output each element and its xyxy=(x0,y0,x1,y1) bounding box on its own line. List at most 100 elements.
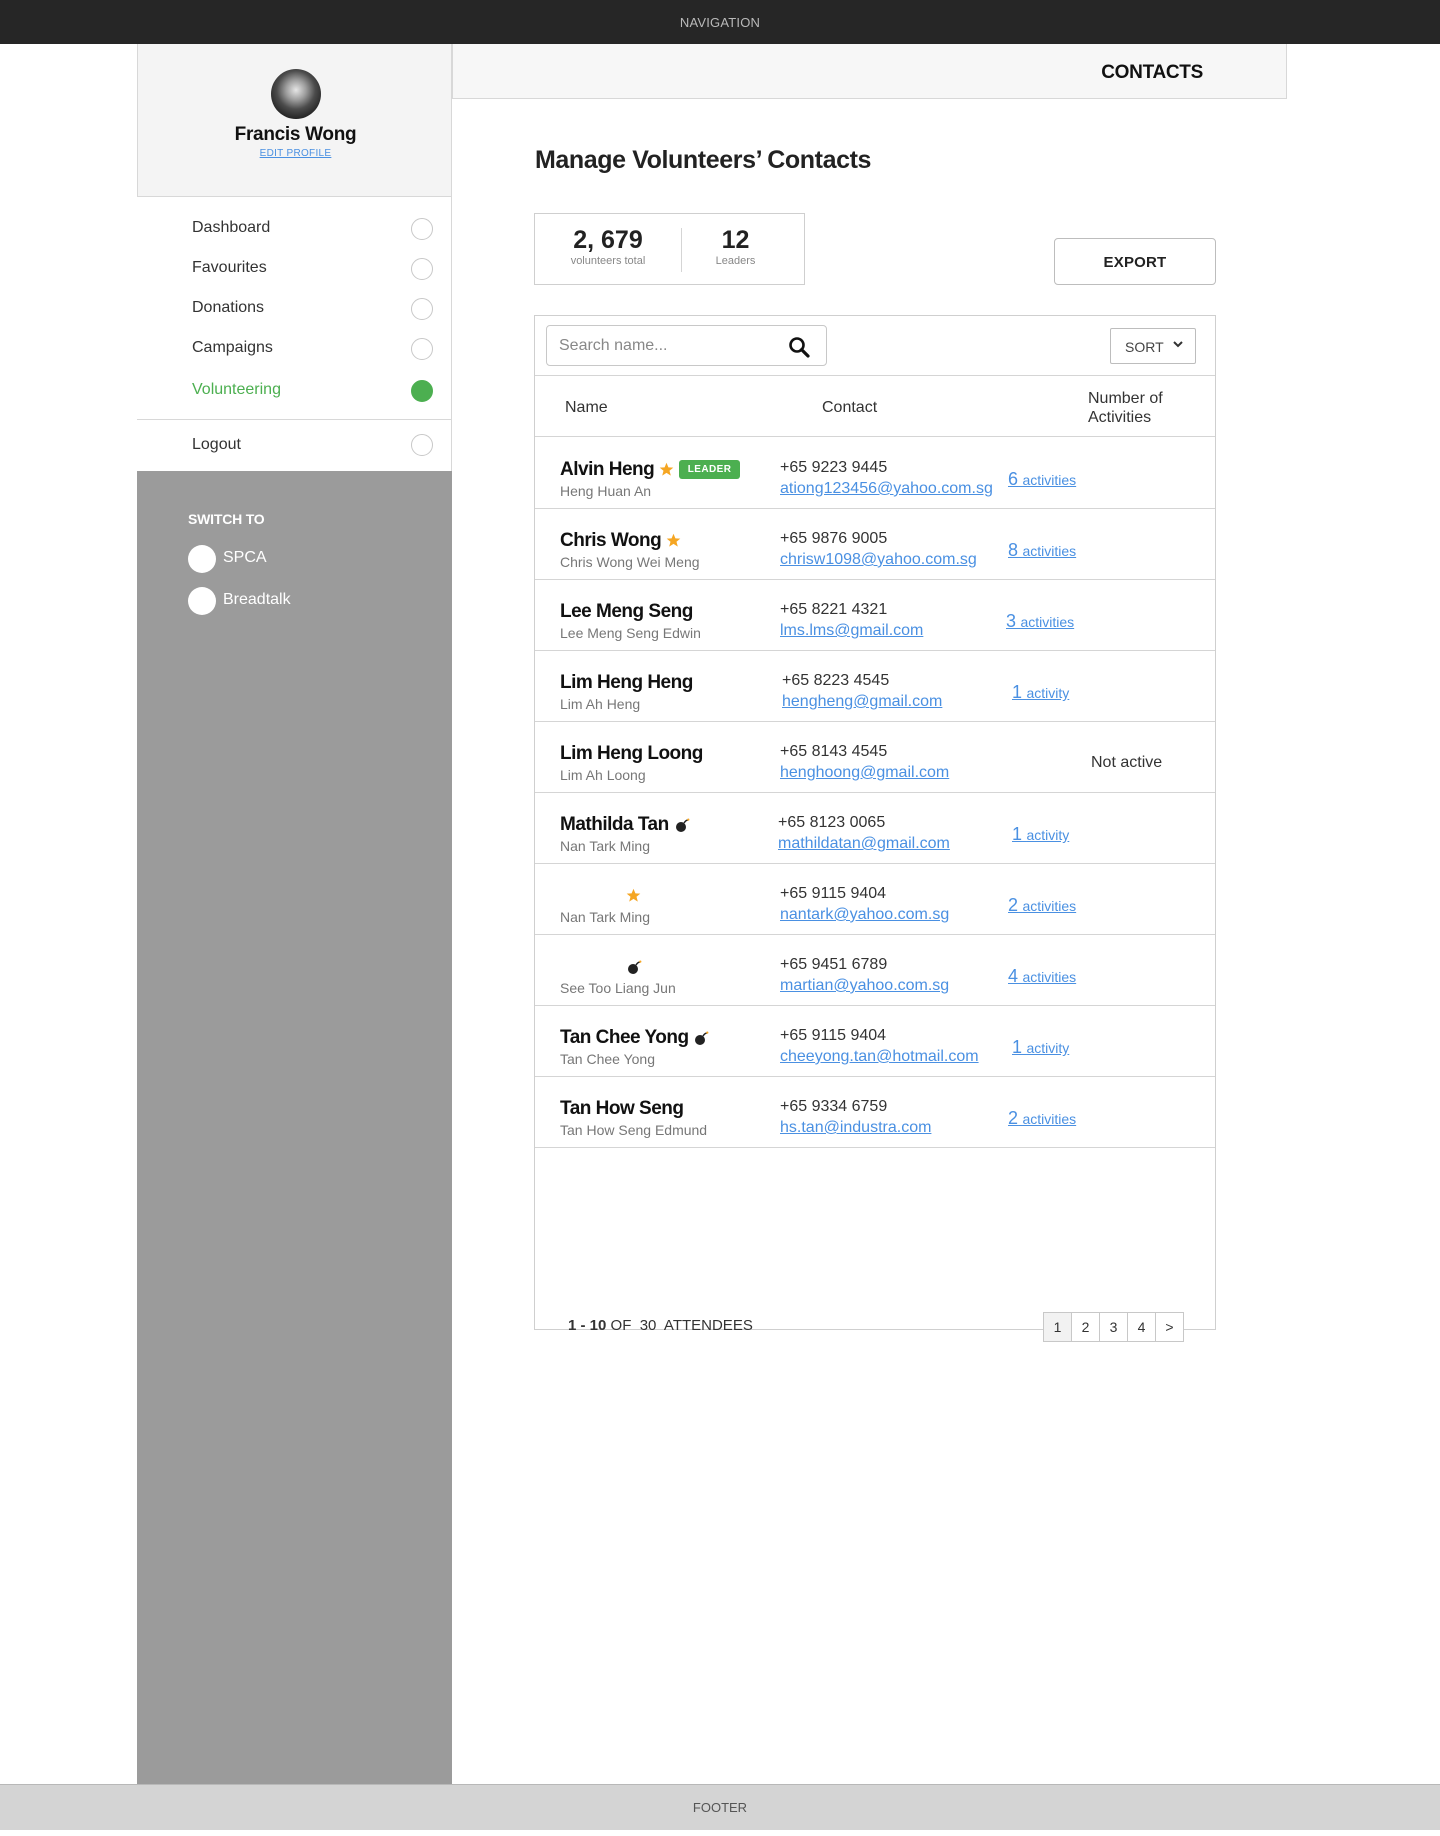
contact-email-link[interactable]: chrisw1098@yahoo.com.sg xyxy=(780,551,977,569)
table-row: See Too Liang Jun +65 9451 6789 martian@ya… xyxy=(535,935,1215,1006)
contact-email-link[interactable]: cheeyong.tan@hotmail.com xyxy=(780,1048,979,1066)
pagination-next-button[interactable]: > xyxy=(1155,1312,1184,1342)
contact-email-link[interactable]: nantark@yahoo.com.sg xyxy=(780,906,949,924)
sort-label: SORT xyxy=(1125,339,1164,355)
status-circle-icon xyxy=(411,298,433,320)
export-button[interactable]: EXPORT xyxy=(1054,238,1216,285)
star-icon xyxy=(666,534,681,548)
activities-link[interactable]: 4 activities xyxy=(1008,966,1076,987)
activities-link[interactable]: 3 activities xyxy=(1006,611,1074,632)
footer: FOOTER xyxy=(0,1784,1440,1830)
column-header-contact[interactable]: Contact xyxy=(822,399,877,417)
contact-email-link[interactable]: hengheng@gmail.com xyxy=(782,693,942,711)
stat-caption: Leaders xyxy=(715,255,756,267)
activities-link[interactable]: 2 activities xyxy=(1008,895,1076,916)
status-circle-icon xyxy=(411,434,433,456)
activities-link[interactable]: 1 activity xyxy=(1012,1037,1069,1058)
table-header: Name Contact Number of Activities xyxy=(535,376,1215,437)
activities-count: 6 xyxy=(1008,469,1019,489)
switch-to-heading: SWITCH TO xyxy=(188,511,265,527)
activities-link[interactable]: 1 activity xyxy=(1012,682,1069,703)
contact-email-link[interactable]: lms.lms@gmail.com xyxy=(780,622,923,640)
contact-phone: +65 8123 0065 xyxy=(778,814,886,831)
table-row: Tan Chee Yong Tan Chee Yong +65 9115 9404… xyxy=(535,1006,1215,1077)
volunteer-name: Lim Heng Loong xyxy=(560,743,703,765)
stat-value: 12 xyxy=(721,226,750,254)
volunteer-full-name: Lee Meng Seng Edwin xyxy=(560,625,701,641)
chevron-down-icon xyxy=(1173,341,1183,348)
bomb-icon xyxy=(628,960,642,974)
activities-word: activities xyxy=(1022,472,1077,488)
contact-email-link[interactable]: ationg123456@yahoo.com.sg xyxy=(780,480,993,498)
profile-name: Francis Wong xyxy=(234,124,357,145)
sidebar-item-donations[interactable]: Donations xyxy=(137,289,452,329)
pagination-summary: 1 - 10 OF 30 ATTENDEES xyxy=(568,1317,753,1334)
contact-email-link[interactable]: henghoong@gmail.com xyxy=(780,764,949,782)
contact-phone: +65 8221 4321 xyxy=(780,601,888,618)
logout-label: Logout xyxy=(192,436,241,453)
activities-word: activities xyxy=(1022,898,1077,914)
activities-count: 1 xyxy=(1012,682,1023,702)
contact-email-link[interactable]: mathildatan@gmail.com xyxy=(778,835,950,853)
search-icon[interactable] xyxy=(788,336,810,358)
sidebar-item-volunteering[interactable]: Volunteering xyxy=(137,371,452,411)
volunteer-name: Tan How Seng xyxy=(560,1098,684,1120)
search-box xyxy=(546,325,827,366)
search-input[interactable] xyxy=(559,335,779,357)
contact-email-link[interactable]: martian@yahoo.com.sg xyxy=(780,977,949,995)
volunteer-full-name: Lim Ah Heng xyxy=(560,696,641,712)
activities-link[interactable]: 2 activities xyxy=(1008,1108,1076,1129)
activities-count: 8 xyxy=(1008,540,1019,560)
sidebar-item-dashboard[interactable]: Dashboard xyxy=(137,209,452,249)
profile-panel: Francis Wong EDIT PROFILE xyxy=(137,44,452,197)
table-row: Alvin Heng LEADER Heng Huan An +65 9223 94… xyxy=(535,438,1215,509)
pagination-controls: 1 2 3 4 > xyxy=(1043,1312,1184,1342)
pagination-page-3[interactable]: 3 xyxy=(1099,1312,1128,1342)
sidebar-menu: Dashboard Favourites Donations Campaigns… xyxy=(137,197,452,420)
contacts-table: SORT Name Contact Number of Activities A… xyxy=(534,315,1216,1342)
status-circle-icon xyxy=(411,338,433,360)
activities-word: activity xyxy=(1026,1040,1070,1056)
activities-word: activity xyxy=(1026,827,1070,843)
column-header-activities[interactable]: Number of Activities xyxy=(1088,389,1198,427)
activities-link[interactable]: 6 activities xyxy=(1008,469,1076,490)
activities-count: 2 xyxy=(1008,1108,1019,1128)
navigation-label: NAVIGATION xyxy=(679,15,761,30)
switch-org-breadtalk[interactable]: Breadtalk xyxy=(188,587,408,615)
org-radio-icon xyxy=(188,545,216,573)
edit-profile-link[interactable]: EDIT PROFILE xyxy=(138,148,453,159)
contacts-header: CONTACTS xyxy=(452,44,1287,99)
pagination-page-2[interactable]: 2 xyxy=(1071,1312,1100,1342)
switch-org-spca[interactable]: SPCA xyxy=(188,545,408,573)
activities-count: 1 xyxy=(1012,824,1023,844)
contact-phone: +65 8223 4545 xyxy=(782,672,890,689)
pagination-range: 1 - 10 xyxy=(568,1317,607,1334)
activity-status: Not active xyxy=(1091,754,1163,771)
status-circle-icon xyxy=(411,380,433,402)
org-label: Breadtalk xyxy=(223,591,291,608)
logout-button[interactable]: Logout xyxy=(137,420,452,471)
pagination-page-1[interactable]: 1 xyxy=(1043,1312,1072,1342)
contact-phone: +65 9334 6759 xyxy=(780,1098,888,1115)
activities-link[interactable]: 8 activities xyxy=(1008,540,1076,561)
volunteer-stats: 2, 679 volunteers total 12 Leaders xyxy=(534,213,805,285)
sidebar-item-favourites[interactable]: Favourites xyxy=(137,249,452,289)
pagination-of: OF xyxy=(610,1317,632,1334)
star-icon xyxy=(659,463,674,477)
table-toolbar: SORT xyxy=(535,316,1215,376)
sidebar-item-campaigns[interactable]: Campaigns xyxy=(137,329,452,369)
org-radio-icon xyxy=(188,587,216,615)
pagination-page-4[interactable]: 4 xyxy=(1127,1312,1156,1342)
activities-link[interactable]: 1 activity xyxy=(1012,824,1069,845)
avatar[interactable] xyxy=(271,69,321,119)
volunteer-name: Chris Wong xyxy=(560,530,681,552)
activities-count: 3 xyxy=(1006,611,1017,631)
contact-phone: +65 9115 9404 xyxy=(780,885,887,902)
volunteer-name-text: Lim Heng Loong xyxy=(560,743,703,764)
column-header-name[interactable]: Name xyxy=(565,399,608,417)
sort-dropdown[interactable]: SORT xyxy=(1110,328,1196,364)
activities-count: 1 xyxy=(1012,1037,1023,1057)
contact-email-link[interactable]: hs.tan@industra.com xyxy=(780,1119,931,1137)
table-row: Lim Heng Heng Lim Ah Heng +65 8223 4545 he… xyxy=(535,651,1215,722)
star-icon xyxy=(626,889,641,903)
